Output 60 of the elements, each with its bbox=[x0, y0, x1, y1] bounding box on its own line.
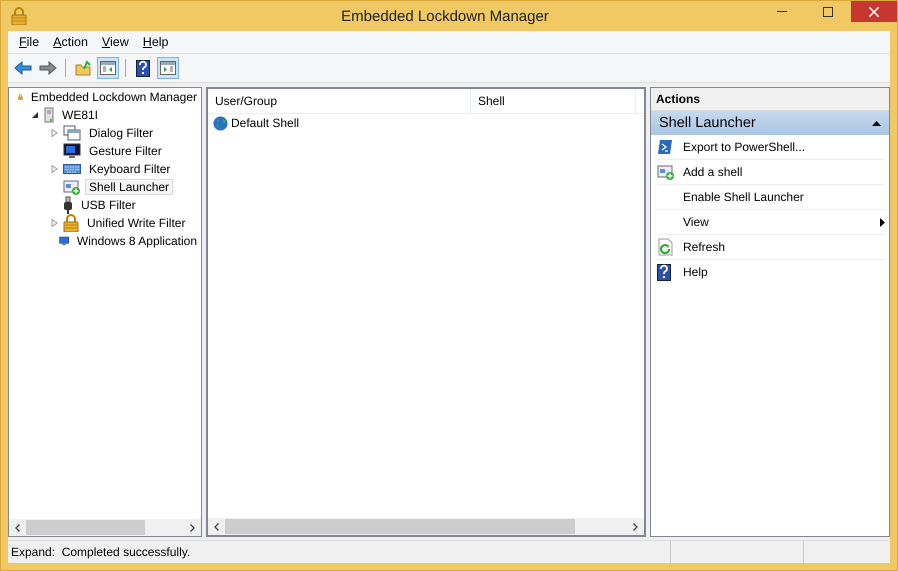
tree-item[interactable]: Embedded Lockdown Manager bbox=[26, 89, 201, 105]
action-link[interactable]: Export to PowerShell... bbox=[683, 140, 885, 154]
scroll-right-icon[interactable] bbox=[190, 524, 195, 532]
folder-up-icon bbox=[75, 60, 91, 76]
submenu-arrow-icon bbox=[880, 218, 885, 226]
tree-item[interactable]: Shell Launcher bbox=[85, 179, 174, 195]
pane-icon bbox=[160, 61, 176, 75]
horizontal-scrollbar[interactable] bbox=[208, 518, 644, 535]
expand-triangle-icon[interactable] bbox=[50, 129, 58, 137]
tree-item[interactable]: Unified Write Filter bbox=[83, 215, 190, 231]
menu-item[interactable]: File bbox=[12, 33, 46, 51]
tree-item[interactable]: Windows 8 Application bbox=[72, 233, 201, 249]
column-header[interactable]: User/Group bbox=[208, 89, 471, 113]
pane-title: Actions bbox=[651, 88, 889, 111]
expand-triangle-icon[interactable] bbox=[50, 219, 58, 227]
help-icon bbox=[657, 264, 671, 280]
refresh-icon bbox=[657, 238, 673, 256]
action-link[interactable]: View bbox=[683, 215, 880, 229]
padlock-icon bbox=[63, 214, 79, 232]
window-title: Embedded Lockdown Manager bbox=[341, 8, 549, 24]
usb-plug-icon bbox=[63, 196, 73, 214]
tree-item[interactable]: USB Filter bbox=[77, 197, 140, 213]
tree-item[interactable]: WE81I bbox=[58, 107, 102, 123]
help-icon bbox=[136, 60, 150, 76]
padlock-icon bbox=[11, 7, 27, 25]
globe-icon bbox=[213, 116, 228, 130]
tree-item[interactable]: Gesture Filter bbox=[85, 143, 166, 159]
back-arrow-icon bbox=[14, 61, 32, 75]
terminal-icon bbox=[657, 139, 673, 155]
expand-triangle-icon[interactable] bbox=[50, 165, 58, 173]
scroll-right-icon[interactable] bbox=[633, 522, 638, 530]
forward-arrow-icon bbox=[39, 61, 57, 75]
close-button[interactable] bbox=[851, 1, 897, 22]
menu-item[interactable]: Action bbox=[46, 33, 95, 51]
action-link[interactable]: Add a shell bbox=[683, 165, 885, 179]
scroll-left-icon[interactable] bbox=[214, 522, 219, 530]
action-link[interactable]: Enable Shell Launcher bbox=[683, 190, 885, 204]
keyboard-icon bbox=[63, 164, 81, 174]
table-cell: Default Shell bbox=[231, 116, 300, 130]
minimize-icon bbox=[777, 10, 787, 12]
action-link[interactable]: Refresh bbox=[683, 240, 885, 254]
menu-item[interactable]: Help bbox=[136, 33, 176, 51]
collapse-triangle-icon[interactable] bbox=[32, 111, 38, 119]
action-link[interactable]: Help bbox=[683, 265, 885, 279]
status-text: Expand: Completed successfully. bbox=[11, 545, 190, 559]
close-icon bbox=[869, 6, 879, 16]
column-header[interactable]: Shell bbox=[471, 89, 636, 113]
window-add-icon bbox=[657, 164, 675, 180]
maximize-icon bbox=[823, 6, 833, 16]
window-icon bbox=[63, 125, 81, 141]
monitor-icon bbox=[63, 143, 81, 159]
scroll-left-icon[interactable] bbox=[15, 524, 20, 532]
tree-item[interactable]: Keyboard Filter bbox=[85, 161, 174, 177]
server-icon bbox=[44, 107, 54, 123]
section-header[interactable]: Shell Launcher bbox=[651, 111, 889, 135]
menu-item[interactable]: View bbox=[94, 33, 136, 51]
pane-icon bbox=[100, 61, 116, 75]
tree-item[interactable]: Dialog Filter bbox=[85, 125, 158, 141]
window-add-icon bbox=[63, 179, 81, 195]
horizontal-scrollbar[interactable] bbox=[9, 519, 201, 536]
